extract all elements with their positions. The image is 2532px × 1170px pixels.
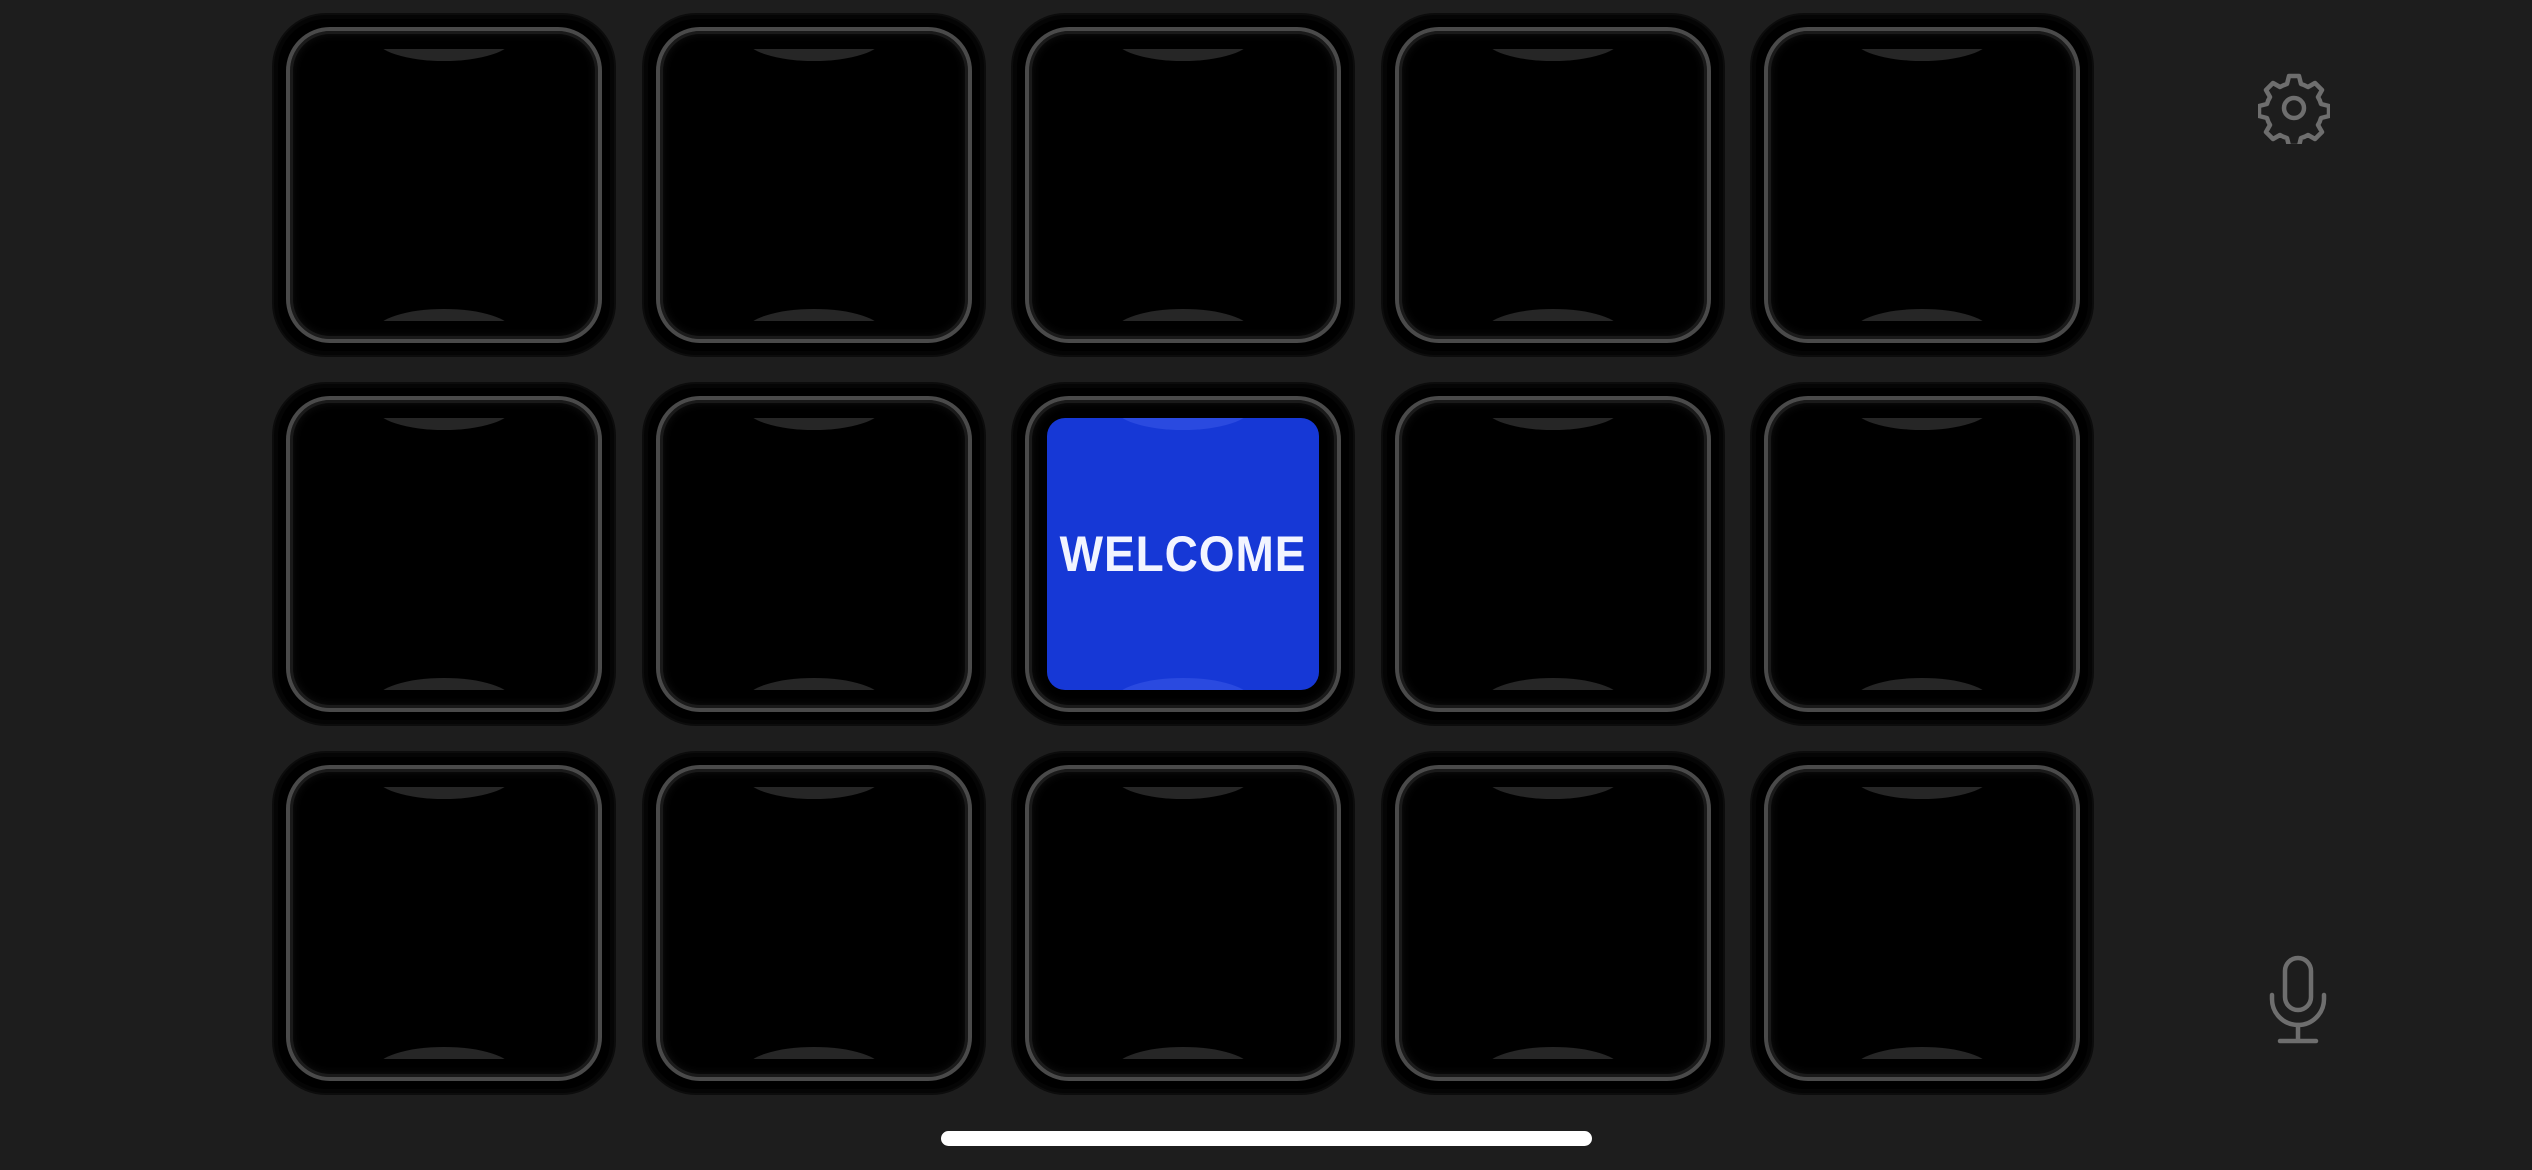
key-face xyxy=(1786,49,2058,321)
microphone-icon xyxy=(2269,955,2327,1044)
key-face xyxy=(1416,49,1689,321)
welcome-key[interactable]: WELCOME xyxy=(1013,384,1353,724)
deck-key-5[interactable] xyxy=(1752,15,2092,355)
deck-key-9[interactable] xyxy=(1382,384,1723,724)
deck-key-3[interactable] xyxy=(1013,15,1353,355)
key-face xyxy=(1416,787,1689,1059)
deck-key-7[interactable] xyxy=(643,384,984,724)
deck-key-15[interactable] xyxy=(1752,753,2092,1093)
key-face xyxy=(677,787,950,1059)
microphone-button[interactable] xyxy=(2264,955,2332,1045)
deck-key-1[interactable] xyxy=(274,15,614,355)
home-indicator[interactable] xyxy=(941,1131,1592,1146)
key-face xyxy=(1047,49,1319,321)
key-face xyxy=(1786,418,2058,690)
gear-icon xyxy=(2256,73,2332,149)
deck-key-2[interactable] xyxy=(643,15,984,355)
stream-deck-screen: WELCOME xyxy=(0,0,2532,1170)
key-face xyxy=(1416,418,1689,690)
key-face xyxy=(1786,787,2058,1059)
deck-key-6[interactable] xyxy=(274,384,614,724)
key-face xyxy=(308,418,580,690)
welcome-key-label: WELCOME xyxy=(1059,526,1307,582)
deck-key-10[interactable] xyxy=(1752,384,2092,724)
deck-key-12[interactable] xyxy=(643,753,984,1093)
key-face xyxy=(677,418,950,690)
key-face xyxy=(308,49,580,321)
deck-key-11[interactable] xyxy=(274,753,614,1093)
deck-key-13[interactable] xyxy=(1013,753,1353,1093)
settings-button[interactable] xyxy=(2256,72,2332,149)
deck-key-4[interactable] xyxy=(1382,15,1723,355)
key-face xyxy=(677,49,950,321)
key-grid: WELCOME xyxy=(274,15,2092,1095)
key-face xyxy=(1047,787,1319,1059)
key-face: WELCOME xyxy=(1047,418,1319,690)
deck-key-14[interactable] xyxy=(1382,753,1723,1093)
key-face xyxy=(308,787,580,1059)
